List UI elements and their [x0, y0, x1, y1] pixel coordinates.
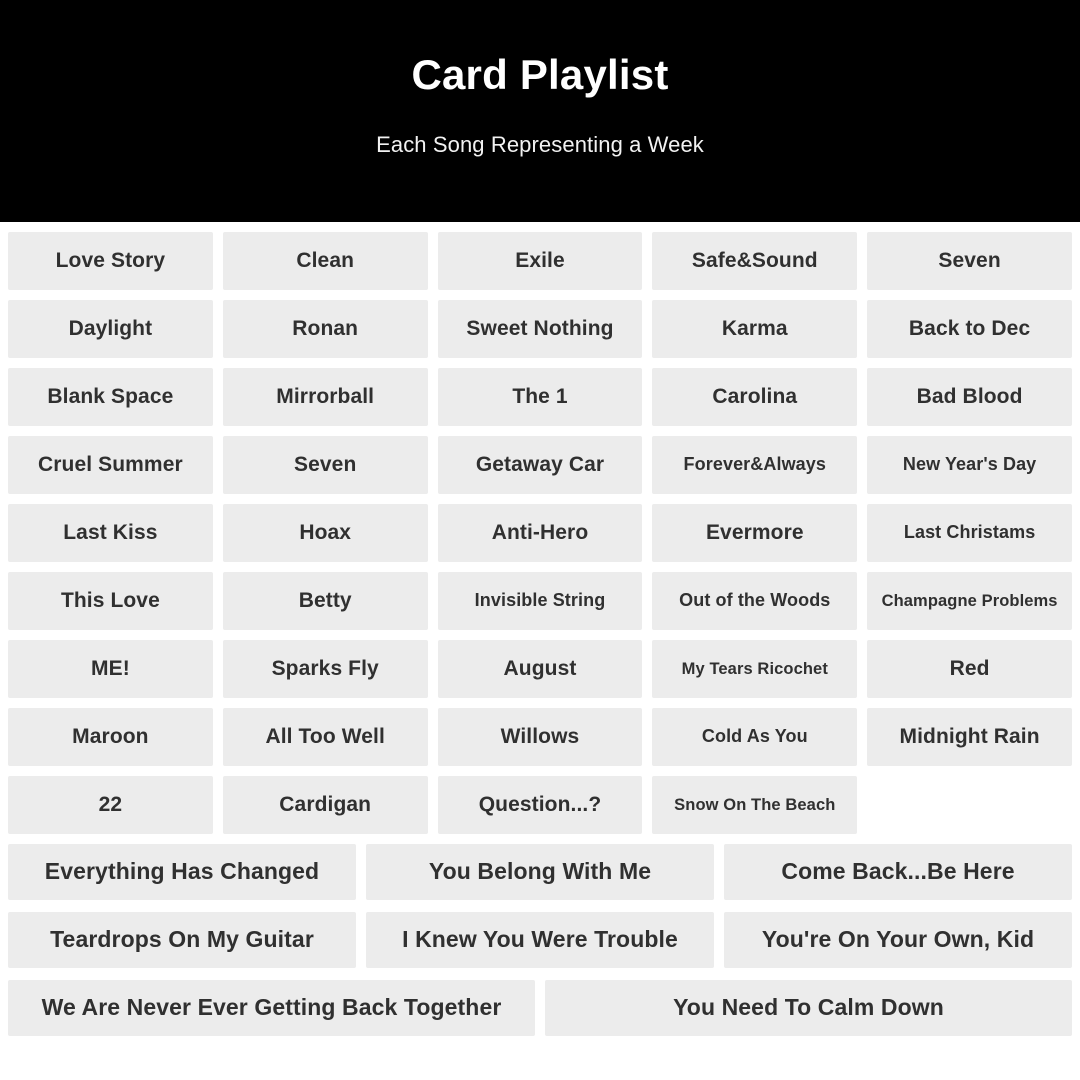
song-card[interactable]: Exile [437, 232, 643, 290]
card-playlist-app: Card Playlist Each Song Representing a W… [0, 0, 1080, 1080]
song-card[interactable]: New Year's Day [867, 436, 1072, 494]
song-card[interactable]: Evermore [652, 504, 858, 562]
song-card[interactable]: Hoax [222, 504, 428, 562]
song-card[interactable]: Seven [867, 232, 1072, 290]
song-card[interactable]: Back to Dec [867, 300, 1072, 358]
song-card[interactable]: We Are Never Ever Getting Back Together [8, 980, 535, 1036]
song-card[interactable]: Question...? [437, 776, 643, 834]
song-card[interactable]: ME! [8, 640, 213, 698]
song-card[interactable]: Blank Space [8, 368, 213, 426]
card-row: Blank Space Mirrorball The 1 Carolina Bad Bl… [8, 368, 1072, 426]
song-card[interactable]: Invisible String [437, 572, 643, 630]
card-slot-empty [867, 776, 1072, 834]
card-row: We Are Never Ever Getting Back Together Y… [8, 980, 1072, 1036]
card-row: Cruel Summer Seven Getaway Car Forever&Alwa… [8, 436, 1072, 494]
page-title: Card Playlist [411, 51, 669, 98]
card-row: 22 Cardigan Question...? Snow On The Beach [8, 776, 1072, 834]
song-card[interactable]: You Need To Calm Down [545, 980, 1072, 1036]
song-card[interactable]: Cruel Summer [8, 436, 213, 494]
card-row: Daylight Ronan Sweet Nothing Karma Back to D… [8, 300, 1072, 358]
song-card[interactable]: August [437, 640, 643, 698]
song-card[interactable]: This Love [8, 572, 213, 630]
song-card[interactable]: 22 [8, 776, 213, 834]
card-row: Love Story Clean Exile Safe&Sound Seven [8, 232, 1072, 290]
song-card[interactable]: Betty [222, 572, 428, 630]
card-row: ME! Sparks Fly August My Tears Ricochet Red [8, 640, 1072, 698]
song-card[interactable]: Willows [437, 708, 643, 766]
song-card[interactable]: All Too Well [222, 708, 428, 766]
song-card[interactable]: The 1 [437, 368, 643, 426]
song-card[interactable]: I Knew You Were Trouble [366, 912, 714, 968]
song-card[interactable]: Seven [222, 436, 428, 494]
card-row: Maroon All Too Well Willows Cold As You Midn… [8, 708, 1072, 766]
song-card[interactable]: Carolina [652, 368, 858, 426]
card-row: This Love Betty Invisible String Out of the… [8, 572, 1072, 630]
song-card[interactable]: Red [867, 640, 1072, 698]
song-card[interactable]: Bad Blood [867, 368, 1072, 426]
song-card[interactable]: Cold As You [652, 708, 858, 766]
song-card[interactable]: My Tears Ricochet [652, 640, 858, 698]
song-card[interactable]: Getaway Car [437, 436, 643, 494]
song-card[interactable]: Clean [222, 232, 428, 290]
song-card[interactable]: Champagne Problems [867, 572, 1072, 630]
song-card-grid: Love Story Clean Exile Safe&Sound Seven Dayli… [0, 222, 1080, 1080]
song-card[interactable]: You Belong With Me [366, 844, 714, 900]
header-banner: Card Playlist Each Song Representing a W… [0, 0, 1080, 222]
song-card[interactable]: Sweet Nothing [437, 300, 643, 358]
song-card[interactable]: Last Christams [867, 504, 1072, 562]
song-card[interactable]: Everything Has Changed [8, 844, 356, 900]
card-row: Teardrops On My Guitar I Knew You Were Tr… [8, 912, 1072, 968]
song-card[interactable]: Come Back...Be Here [724, 844, 1072, 900]
song-card[interactable]: Ronan [222, 300, 428, 358]
song-card[interactable]: You're On Your Own, Kid [724, 912, 1072, 968]
song-card[interactable]: Safe&Sound [652, 232, 858, 290]
song-card[interactable]: Daylight [8, 300, 213, 358]
card-row: Everything Has Changed You Belong With Me… [8, 844, 1072, 900]
song-card[interactable]: Out of the Woods [652, 572, 858, 630]
song-card[interactable]: Last Kiss [8, 504, 213, 562]
card-row: Last Kiss Hoax Anti-Hero Evermore Last Chris… [8, 504, 1072, 562]
song-card[interactable]: Maroon [8, 708, 213, 766]
song-card[interactable]: Teardrops On My Guitar [8, 912, 356, 968]
song-card[interactable]: Forever&Always [652, 436, 858, 494]
song-card[interactable]: Mirrorball [222, 368, 428, 426]
page-subtitle: Each Song Representing a Week [376, 132, 704, 158]
song-card[interactable]: Midnight Rain [867, 708, 1072, 766]
song-card[interactable]: Love Story [8, 232, 213, 290]
song-card[interactable]: Anti-Hero [437, 504, 643, 562]
song-card[interactable]: Snow On The Beach [652, 776, 858, 834]
song-card[interactable]: Cardigan [222, 776, 428, 834]
song-card[interactable]: Karma [652, 300, 858, 358]
song-card[interactable]: Sparks Fly [222, 640, 428, 698]
